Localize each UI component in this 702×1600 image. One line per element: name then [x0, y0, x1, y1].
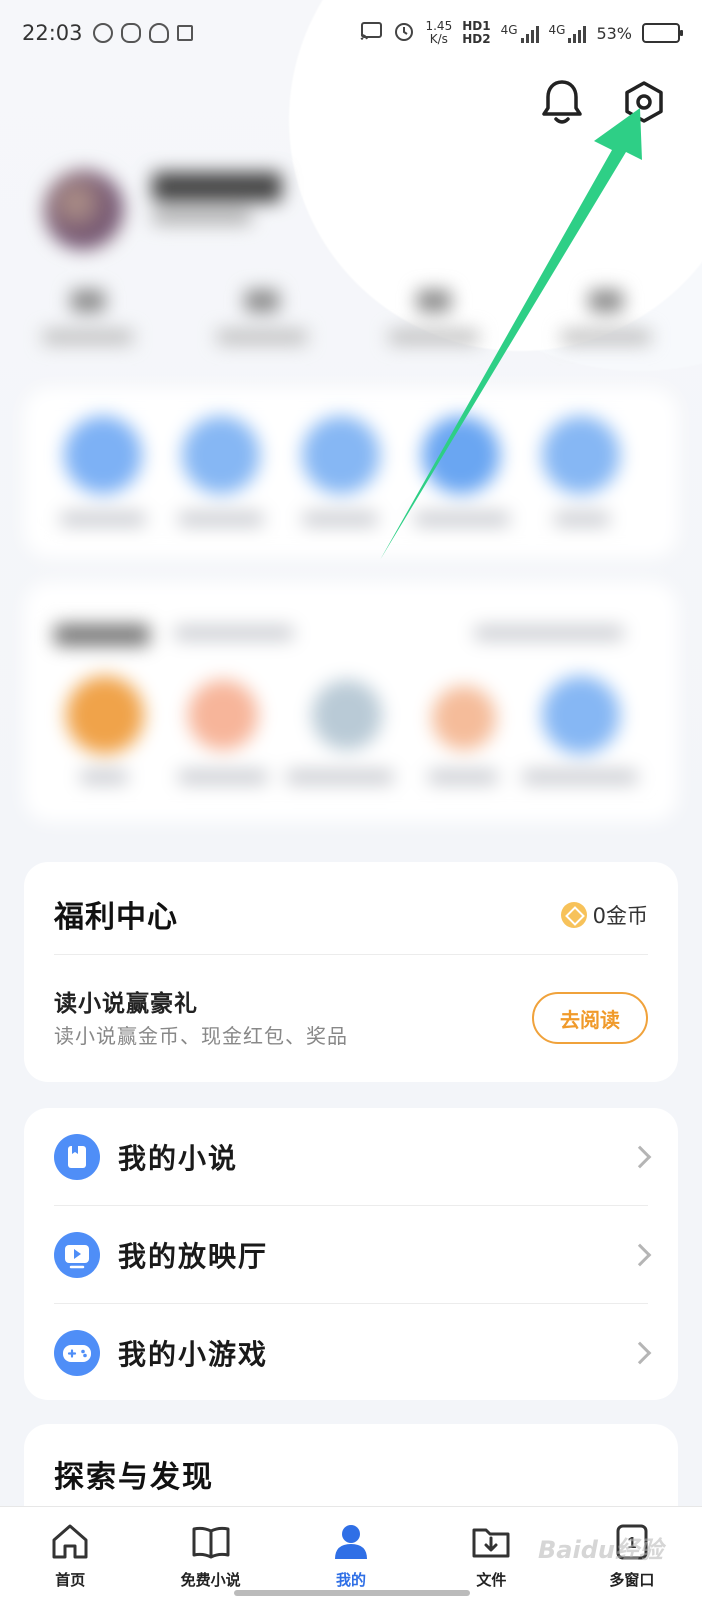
- notification-icon: [92, 23, 113, 43]
- recommend-caption: [428, 770, 498, 784]
- home-icon: [52, 1524, 88, 1559]
- speed-value: 1.45: [425, 19, 453, 33]
- wechat-icon: [120, 23, 141, 43]
- stat-item: [556, 290, 656, 344]
- gear-icon[interactable]: [622, 80, 666, 124]
- stat-item: [212, 290, 312, 344]
- status-right: 1.45 K/s HD1 HD2 4G 4G 53%: [359, 20, 683, 46]
- menu-item-my-novels[interactable]: 我的小说: [24, 1108, 678, 1205]
- battery-percent: 53%: [596, 23, 632, 43]
- chevron-right-icon: [628, 1341, 652, 1364]
- recommend-circle: [542, 676, 620, 754]
- explore-title: 探索与发现: [54, 1460, 214, 1495]
- blurred-recommend-card: [24, 582, 678, 822]
- net2-label: 4G: [548, 23, 566, 37]
- recommend-circle: [188, 680, 258, 750]
- watermark: Baidu经验: [538, 1536, 663, 1564]
- coin-icon: [560, 902, 587, 928]
- avatar: [44, 170, 124, 250]
- shortcut-caption: [554, 512, 610, 526]
- shortcut-circle: [182, 416, 260, 494]
- tab-label: 首页: [55, 1571, 86, 1589]
- open-book-icon: [192, 1526, 230, 1559]
- go-read-button[interactable]: 去阅读: [532, 992, 648, 1044]
- menu-item-my-minigames[interactable]: 我的小游戏: [24, 1304, 678, 1401]
- shortcut-circle: [542, 416, 620, 494]
- promo-title: 读小说赢豪礼: [54, 991, 198, 1017]
- hd1-label: HD1: [462, 19, 491, 33]
- signal-1: 4G: [501, 23, 539, 43]
- person-icon: [335, 1525, 368, 1559]
- network-speed: 1.45 K/s: [425, 20, 452, 46]
- screenshot-icon: [176, 25, 193, 41]
- welfare-title: 福利中心: [54, 900, 178, 935]
- chevron-right-icon: [628, 1145, 652, 1168]
- tab-label: 多窗口: [609, 1571, 655, 1589]
- recommend-caption: [80, 770, 128, 784]
- shortcut-circle: [64, 416, 142, 494]
- play-icon: [54, 1231, 100, 1278]
- recommend-title: [54, 624, 150, 646]
- nickname-sub-placeholder: [152, 210, 252, 224]
- status-bar: 22:03 1.45 K/s HD1 HD2 4G 4G 53%: [0, 0, 702, 66]
- battery-icon: [642, 23, 683, 43]
- shortcut-circle: [302, 416, 380, 494]
- coin-balance[interactable]: 0金币: [560, 900, 648, 930]
- menu-label: 我的小游戏: [118, 1337, 269, 1371]
- signal-bars-icon: [568, 23, 587, 43]
- recommend-caption: [286, 770, 394, 784]
- cast-icon: [359, 21, 383, 45]
- stat-item: [38, 290, 138, 344]
- qq-icon: [148, 23, 169, 43]
- nickname-placeholder: [152, 172, 282, 202]
- status-time: 22:03: [22, 21, 83, 45]
- download-folder-icon: [472, 1528, 510, 1558]
- promo-subtitle: 读小说赢金币、现金红包、奖品: [54, 1024, 348, 1048]
- hd-indicator: HD1 HD2: [462, 20, 490, 46]
- menu-item-my-theater[interactable]: 我的放映厅: [24, 1206, 678, 1303]
- recommend-circle: [66, 676, 144, 754]
- recommend-circle: [312, 680, 382, 750]
- coin-balance-label: 0金币: [592, 904, 648, 928]
- gamepad-icon: [54, 1329, 100, 1376]
- shortcut-circle: [422, 416, 500, 494]
- shortcut-caption: [302, 512, 378, 526]
- stat-item: [384, 290, 484, 344]
- shortcut-caption: [178, 512, 264, 526]
- recommend-circle: [432, 686, 496, 750]
- blurred-profile-area: [0, 150, 702, 850]
- divider: [54, 954, 648, 955]
- recommend-caption: [178, 770, 268, 784]
- my-content-menu: 我的小说 我的放映厅 我的小游戏: [24, 1108, 678, 1400]
- shortcut-caption: [414, 512, 510, 526]
- hd2-label: HD2: [462, 32, 491, 46]
- tab-label: 我的: [336, 1571, 367, 1589]
- net1-label: 4G: [500, 23, 518, 37]
- tab-free-novels[interactable]: 免费小说: [140, 1507, 280, 1600]
- recommend-more: [474, 626, 624, 640]
- shortcut-caption: [60, 512, 146, 526]
- tab-label: 文件: [476, 1571, 507, 1589]
- recommend-caption: [522, 770, 638, 784]
- blurred-shortcut-card: [24, 388, 678, 558]
- alarm-icon: [393, 20, 415, 46]
- book-icon: [54, 1133, 100, 1180]
- home-indicator[interactable]: [234, 1590, 470, 1596]
- recommend-sub: [174, 626, 294, 640]
- signal-2: 4G: [549, 23, 587, 43]
- bell-icon[interactable]: [540, 78, 584, 126]
- menu-label: 我的放映厅: [118, 1239, 269, 1273]
- chevron-right-icon: [628, 1243, 652, 1266]
- menu-label: 我的小说: [118, 1141, 239, 1175]
- tab-mine[interactable]: 我的: [281, 1507, 421, 1600]
- welfare-center-card: 福利中心 0金币 读小说赢豪礼 读小说赢金币、现金红包、奖品 去阅读: [24, 862, 678, 1082]
- speed-unit: K/s: [429, 32, 448, 46]
- tab-label: 免费小说: [180, 1571, 241, 1589]
- tab-home[interactable]: 首页: [0, 1507, 140, 1600]
- signal-bars-icon: [520, 23, 539, 43]
